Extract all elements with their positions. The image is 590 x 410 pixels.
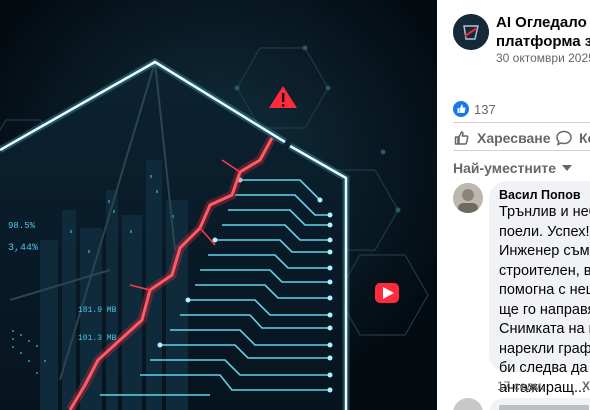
post-details-pane: AI Огледало - П платформа за Д 30 октомв…	[437, 0, 590, 410]
comment-text-placeholder	[499, 405, 589, 410]
comment-bubble-icon	[556, 130, 572, 146]
hud-value-2: 3,44%	[8, 243, 38, 254]
avatar[interactable]	[453, 183, 483, 213]
page-name-line-1: AI Огледало - П	[496, 14, 590, 31]
comment-sort-dropdown[interactable]: Най-уместните	[453, 160, 573, 176]
page-avatar[interactable]	[453, 14, 489, 50]
hud-value-1: 98.5%	[8, 221, 36, 231]
comment-text-line: помогна с нещ	[499, 282, 590, 298]
comment-text-line: Трънлив и небл	[499, 204, 590, 220]
page-name-line-2: платформа за Д	[496, 33, 590, 50]
sort-label: Най-уместните	[453, 160, 557, 176]
cyber-security-illustration: 98.5% 3,44% 181.9 MB 101.3 MB	[0, 0, 437, 410]
comment-button-label: Ко	[579, 130, 590, 146]
comment-text-line: строителен, в п	[499, 262, 590, 279]
post-image[interactable]: 98.5% 3,44% 181.9 MB 101.3 MB	[0, 0, 437, 410]
thumbs-up-icon	[453, 101, 469, 117]
divider	[453, 150, 590, 151]
comment-text-line: поели. Успех!	[499, 223, 590, 240]
like-button[interactable]: Харесване	[453, 128, 551, 148]
reaction-count[interactable]: 137	[474, 102, 496, 117]
comment-button[interactable]: Ко	[555, 128, 590, 148]
hud-value-3: 181.9 MB	[78, 306, 117, 315]
comment-author[interactable]: Васил Попов	[499, 188, 581, 202]
play-icon	[375, 283, 399, 303]
comment-text-line: ще го направя.	[499, 301, 590, 318]
comment-bubble	[489, 398, 590, 410]
caret-down-icon	[562, 165, 573, 171]
like-button-label: Харесване	[477, 130, 551, 146]
comment-text-line: Снимката на пр	[499, 321, 590, 337]
like-outline-icon	[454, 131, 469, 145]
post-timestamp[interactable]: 30 октомври 2025	[496, 51, 590, 65]
brain-logo-icon	[453, 14, 489, 50]
comment-like-button[interactable]: Харесв	[582, 379, 590, 393]
comment-text-line: би следва да бъ	[499, 360, 590, 376]
comment-text-line: Инженер съм. Б	[499, 243, 590, 259]
comment-timestamp[interactable]: 17 седм.	[497, 379, 545, 393]
hud-value-4: 101.3 MB	[78, 334, 117, 343]
avatar[interactable]	[453, 398, 483, 410]
divider	[453, 122, 590, 123]
page-name[interactable]: AI Огледало - П платформа за Д	[496, 13, 590, 51]
comment-text-line: нарекли графи	[499, 340, 590, 357]
comment-bubble: Васил Попов Трънлив и небл поели. Успех!…	[489, 181, 590, 396]
